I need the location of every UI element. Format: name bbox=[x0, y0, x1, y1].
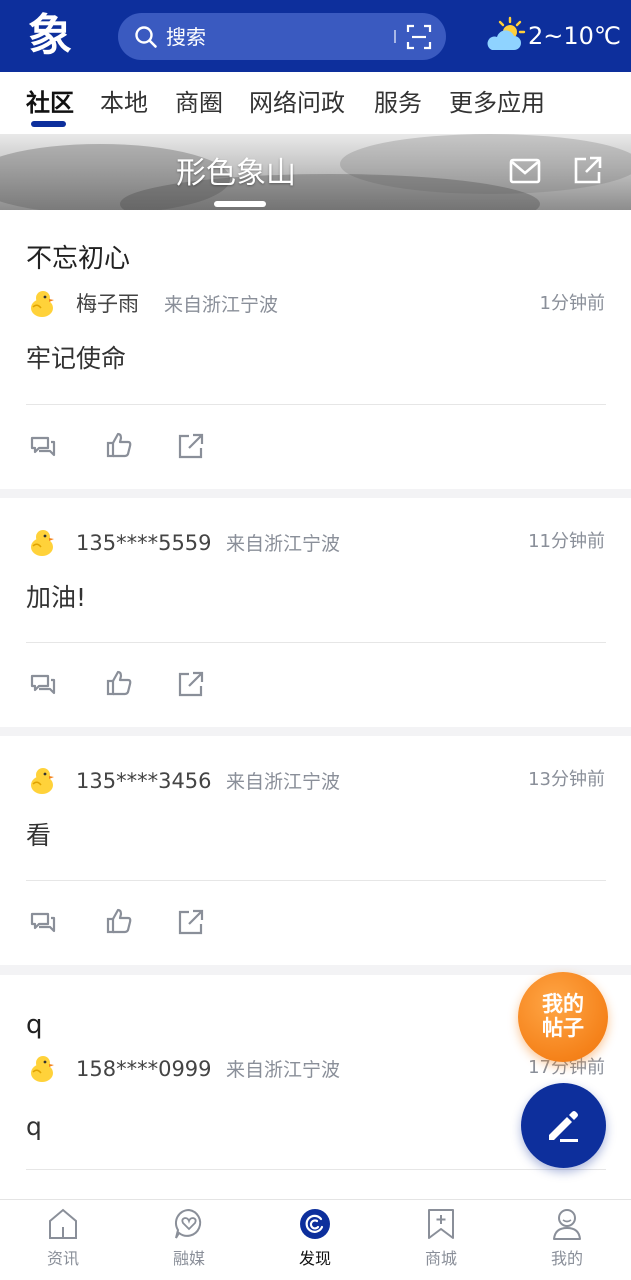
search-bar[interactable]: 搜索 bbox=[118, 13, 446, 60]
like-icon[interactable] bbox=[105, 907, 133, 935]
my-posts-label-line2: 帖子 bbox=[542, 1016, 584, 1040]
search-icon bbox=[135, 26, 157, 48]
post-content: 加油! bbox=[26, 583, 87, 612]
comment-icon[interactable] bbox=[29, 908, 57, 936]
divider bbox=[26, 1169, 606, 1170]
divider bbox=[26, 642, 606, 643]
like-icon[interactable] bbox=[105, 669, 133, 697]
tab-business[interactable]: 商圈 bbox=[175, 86, 223, 120]
nav-label: 资讯 bbox=[46, 1249, 79, 1268]
home-icon bbox=[49, 1208, 77, 1239]
share-icon[interactable] bbox=[572, 155, 603, 186]
post-location: 来自浙江宁波 bbox=[164, 294, 279, 316]
discover-icon bbox=[300, 1209, 330, 1239]
share-icon[interactable] bbox=[177, 670, 205, 698]
comment-icon[interactable] bbox=[29, 670, 57, 698]
post-card[interactable]: 135****5559 来自浙江宁波 11分钟前 加油! bbox=[0, 498, 631, 727]
nav-mall[interactable]: 商城 bbox=[378, 1200, 504, 1280]
nav-label: 我的 bbox=[550, 1249, 583, 1268]
post-time: 1分钟前 bbox=[539, 293, 605, 314]
user-icon bbox=[553, 1209, 581, 1240]
post-title: q bbox=[26, 1010, 43, 1040]
banner-title: 形色象山 bbox=[176, 156, 296, 191]
comment-icon[interactable] bbox=[29, 432, 57, 460]
nav-label: 商城 bbox=[424, 1249, 457, 1268]
chick-avatar-icon bbox=[31, 1056, 54, 1082]
partly-cloudy-icon bbox=[487, 16, 526, 50]
active-tab-indicator bbox=[31, 121, 66, 127]
post-content: 看 bbox=[26, 821, 52, 850]
post-card[interactable]: 不忘初心 梅子雨 来自浙江宁波 1分钟前 牢记使命 bbox=[0, 210, 631, 489]
my-posts-label-line1: 我的 bbox=[542, 992, 584, 1016]
post-location: 来自浙江宁波 bbox=[226, 771, 341, 793]
nav-label: 发现 bbox=[298, 1249, 331, 1268]
post-location: 来自浙江宁波 bbox=[226, 1059, 341, 1081]
author-name[interactable]: 158****0999 bbox=[76, 1055, 212, 1083]
top-bar: 象 搜索 2~10℃ bbox=[0, 0, 631, 72]
tab-services[interactable]: 服务 bbox=[374, 86, 422, 120]
search-placeholder: 搜索 bbox=[166, 25, 206, 49]
nav-label: 融媒 bbox=[172, 1249, 205, 1268]
bookmark-plus-icon bbox=[428, 1209, 454, 1239]
bottom-navigation: 资讯 融媒 发现 商城 我的 bbox=[0, 1199, 631, 1280]
post-content: 牢记使命 bbox=[26, 344, 127, 373]
temperature: 2~10℃ bbox=[528, 22, 621, 50]
tab-more-apps[interactable]: 更多应用 bbox=[449, 86, 545, 120]
post-time: 13分钟前 bbox=[528, 769, 605, 790]
post-title: 不忘初心 bbox=[26, 244, 131, 274]
banner[interactable]: 形色象山 bbox=[0, 134, 631, 210]
category-tabs: 社区 本地 商圈 网络问政 服务 更多应用 bbox=[0, 72, 631, 134]
nav-discover[interactable]: 发现 bbox=[252, 1200, 378, 1280]
like-icon[interactable] bbox=[105, 431, 133, 459]
pencil-icon bbox=[549, 1111, 578, 1142]
divider bbox=[26, 880, 606, 881]
post-location: 来自浙江宁波 bbox=[226, 533, 341, 555]
post-card[interactable]: 135****3456 来自浙江宁波 13分钟前 看 bbox=[0, 736, 631, 965]
author-name[interactable]: 梅子雨 bbox=[76, 290, 139, 318]
author-name[interactable]: 135****3456 bbox=[76, 767, 212, 795]
share-icon[interactable] bbox=[177, 432, 205, 460]
nav-mine[interactable]: 我的 bbox=[504, 1200, 630, 1280]
post-time: 11分钟前 bbox=[528, 531, 605, 552]
search-divider bbox=[394, 30, 396, 43]
my-posts-button[interactable]: 我的 帖子 bbox=[518, 972, 608, 1062]
divider bbox=[26, 404, 606, 405]
share-icon[interactable] bbox=[177, 908, 205, 936]
tab-online-politics[interactable]: 网络问政 bbox=[249, 86, 345, 120]
app-logo[interactable]: 象 bbox=[20, 10, 80, 62]
scan-icon[interactable] bbox=[406, 24, 432, 50]
mail-icon[interactable] bbox=[509, 157, 541, 185]
app-screen: 象 搜索 2~10℃ 社区 本地 商圈 网络问政 服务 更多应用 形色象山 不忘… bbox=[0, 0, 631, 1280]
post-content: q bbox=[26, 1112, 42, 1141]
banner-indicator bbox=[214, 201, 266, 207]
heart-chat-icon bbox=[174, 1208, 202, 1239]
nav-media[interactable]: 融媒 bbox=[126, 1200, 252, 1280]
compose-button[interactable] bbox=[521, 1083, 606, 1168]
chick-avatar-icon bbox=[31, 768, 54, 794]
author-name[interactable]: 135****5559 bbox=[76, 529, 212, 557]
tab-community[interactable]: 社区 bbox=[26, 86, 74, 120]
nav-news[interactable]: 资讯 bbox=[0, 1200, 126, 1280]
chick-avatar-icon bbox=[31, 291, 54, 317]
chick-avatar-icon bbox=[31, 530, 54, 556]
tab-local[interactable]: 本地 bbox=[100, 86, 148, 120]
